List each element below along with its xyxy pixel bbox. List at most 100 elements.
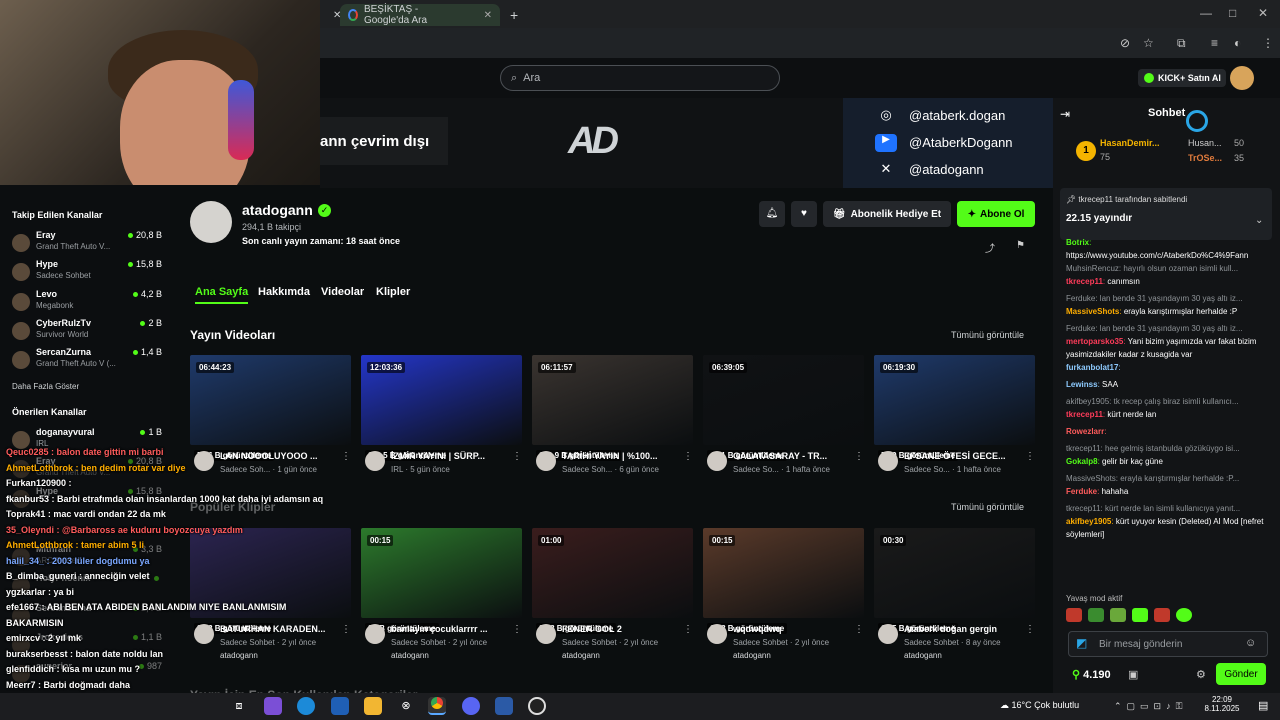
video-title[interactable]: BATURHAN KARADEN... <box>220 624 340 634</box>
more-options-icon[interactable]: ⋮ <box>341 451 351 462</box>
extension-icon[interactable]: ⧉ <box>1177 36 1186 51</box>
video-title[interactable]: GALATASARAY - TR... <box>733 451 853 461</box>
clip-author[interactable]: atadogann <box>562 651 600 660</box>
emote-icon[interactable] <box>1066 608 1082 622</box>
more-options-icon[interactable]: ⋮ <box>854 451 864 462</box>
discord-icon[interactable] <box>462 697 480 715</box>
tab-about[interactable]: Hakkımda <box>258 286 310 298</box>
chat-message[interactable]: Botrix: https://www.youtube.com/c/Ataber… <box>1066 236 1272 262</box>
kick-plus-button[interactable]: KICK+ Satın Al <box>1138 69 1226 87</box>
video-card[interactable]: 06:11:57 109,9 B görüntüleme TARİHİ YAYIN … <box>532 355 693 474</box>
xbox-icon[interactable]: ⊗ <box>397 697 415 715</box>
notification-icon[interactable]: ▤ <box>1258 699 1268 712</box>
chat-username[interactable]: tkrecep11 <box>1066 410 1103 419</box>
clip-card[interactable]: 01:00 20,8 B görüntüleme FENER GOL 2 Sadece… <box>532 528 693 660</box>
chrome-icon[interactable] <box>428 697 446 715</box>
emote-icon[interactable] <box>1154 608 1170 622</box>
video-title[interactable]: wqdwqdwq <box>733 624 853 634</box>
social-x[interactable]: ✕ @atadogann <box>843 156 1053 183</box>
chat-message[interactable]: mertoparsko35: Yani bizim yaşımızda var … <box>1066 335 1272 361</box>
video-card[interactable]: 06:19:30 56,9 B görüntüleme EFSANE ÖTESİ G… <box>874 355 1035 474</box>
media-icon[interactable]: ≡ <box>1211 36 1218 50</box>
video-title[interactable]: İZMİR YAYINI | SÜRP... <box>391 451 511 461</box>
sidebar-channel[interactable]: CyberRulzTv Survivor World 2 B <box>12 318 162 346</box>
avatar[interactable] <box>194 451 214 471</box>
clock[interactable]: 22:09 8.11.2025 <box>1202 695 1242 713</box>
chat-message[interactable]: Ferduke: hahaha <box>1066 485 1272 498</box>
chat-username[interactable]: akifbey1905 <box>1066 517 1111 526</box>
chat-username[interactable]: Ferduke <box>1066 487 1097 496</box>
emote-icon[interactable] <box>1088 608 1104 622</box>
show-more-link[interactable]: Daha Fazla Göster <box>12 382 79 391</box>
avatar[interactable] <box>365 451 385 471</box>
clip-card[interactable]: 00:30 13,5 B görüntüleme Ataberk doğan ger… <box>874 528 1035 660</box>
gift-icon[interactable]: ▣ <box>1128 668 1138 681</box>
more-options-icon[interactable]: ⋮ <box>512 451 522 462</box>
chat-username[interactable]: Botrix <box>1066 238 1089 247</box>
video-title[interactable]: TARİHİ YAYIN | %100... <box>562 451 682 461</box>
social-instagram[interactable]: ◎ @ataberk.dogan <box>843 102 1053 129</box>
chat-message[interactable]: furkanbolat17: <box>1066 361 1272 374</box>
avatar[interactable] <box>365 624 385 644</box>
maximize-icon[interactable]: □ <box>1229 6 1236 20</box>
app-icon[interactable] <box>264 697 282 715</box>
eye-off-icon[interactable]: ⊘ <box>1120 36 1130 50</box>
video-title[interactable]: banlayın çocuklarrrr ... <box>391 624 511 634</box>
emote-icon[interactable] <box>1110 608 1126 622</box>
channel-avatar[interactable] <box>190 201 232 243</box>
chat-message[interactable]: Gokalp8: gelir bir kaç güne <box>1066 455 1272 468</box>
emote-icon[interactable] <box>1132 608 1148 622</box>
chevron-down-icon[interactable]: ⌄ <box>1255 215 1263 226</box>
video-title[interactable]: EFSANE ÖTESİ GECE... <box>904 451 1024 461</box>
menu-icon[interactable]: ⋮ <box>1262 36 1274 50</box>
chat-message[interactable]: tkrecep11: kürt nerde lan <box>1066 408 1272 421</box>
video-title[interactable]: Ataberk doğan gergin <box>904 624 1024 634</box>
leader-name[interactable]: TrOSe... <box>1188 153 1222 163</box>
share-icon[interactable]: ⤴ <box>985 240 995 255</box>
app-icon[interactable] <box>331 697 349 715</box>
more-options-icon[interactable]: ⋮ <box>1025 624 1035 635</box>
report-user-icon[interactable]: ⚑ <box>1016 240 1025 251</box>
gear-icon[interactable]: ⚙ <box>1196 668 1206 681</box>
system-tray[interactable]: ⌃▢▭⊡♪⚿ <box>1114 701 1187 712</box>
avatar[interactable] <box>536 451 556 471</box>
clip-author[interactable]: atadogann <box>220 651 258 660</box>
avatar[interactable] <box>878 451 898 471</box>
more-options-icon[interactable]: ⋮ <box>512 624 522 635</box>
task-view-icon[interactable]: ⧈ <box>230 697 248 715</box>
more-options-icon[interactable]: ⋮ <box>341 624 351 635</box>
see-all-videos-link[interactable]: Tümünü görüntüle <box>951 330 1024 340</box>
profile-icon[interactable]: ◐ <box>1234 36 1241 50</box>
chat-message[interactable]: MassiveShots: erayla karıştırmışlar herh… <box>1066 305 1272 318</box>
video-card[interactable]: 06:39:05 44,1 B görüntüleme GALATASARAY - … <box>703 355 864 474</box>
clip-card[interactable]: 00:15 27 B görüntüleme banlayın çocuklarrr… <box>361 528 522 660</box>
clip-card[interactable]: 00:15 16,8 B görüntüleme wqdwqdwq Sadece So… <box>703 528 864 660</box>
chat-username[interactable]: tkrecep11 <box>1066 277 1103 286</box>
sidebar-channel[interactable]: Levo Megabonk 4,2 B <box>12 289 162 317</box>
more-options-icon[interactable]: ⋮ <box>683 624 693 635</box>
leader-name[interactable]: Husan... <box>1188 138 1222 148</box>
tab-home[interactable]: Ana Sayfa <box>195 286 249 304</box>
video-card[interactable]: 12:03:36 110,5 B görüntüleme İZMİR YAYINI … <box>361 355 522 474</box>
collapse-chat-icon[interactable]: ⇥ <box>1060 107 1070 121</box>
tab-google-search[interactable]: BEŞİKTAŞ - Google'da Ara ✕ <box>340 4 500 26</box>
more-options-icon[interactable]: ⋮ <box>854 624 864 635</box>
chat-username[interactable]: Lewinss <box>1066 380 1098 389</box>
close-icon[interactable]: ✕ <box>484 10 492 21</box>
sidebar-channel[interactable]: SercanZurna Grand Theft Auto V (... 1,4 B <box>12 347 162 375</box>
minimize-icon[interactable]: — <box>1200 6 1212 20</box>
obs-icon[interactable] <box>528 697 546 715</box>
clip-author[interactable]: atadogann <box>904 651 942 660</box>
chat-username[interactable]: furkanbolat17 <box>1066 363 1118 372</box>
avatar[interactable] <box>194 624 214 644</box>
folder-icon[interactable] <box>364 697 382 715</box>
subscribe-button[interactable]: ✦ Abone Ol <box>957 201 1035 227</box>
social-youtube[interactable]: ▶ @AtaberkDogann <box>843 129 1053 156</box>
send-button[interactable]: Gönder <box>1216 663 1266 685</box>
video-card[interactable]: 06:44:23 57,6 B görüntüleme LAN NOOOLUYOOO… <box>190 355 351 474</box>
new-tab-button[interactable]: + <box>502 4 526 26</box>
follow-heart-button[interactable]: ♥ <box>791 201 817 227</box>
chat-message[interactable]: Lewinss: SAA <box>1066 378 1272 391</box>
weather-widget[interactable]: ☁ 16°C Çok bulutlu <box>1000 700 1079 711</box>
chat-username[interactable]: MassiveShots <box>1066 307 1119 316</box>
